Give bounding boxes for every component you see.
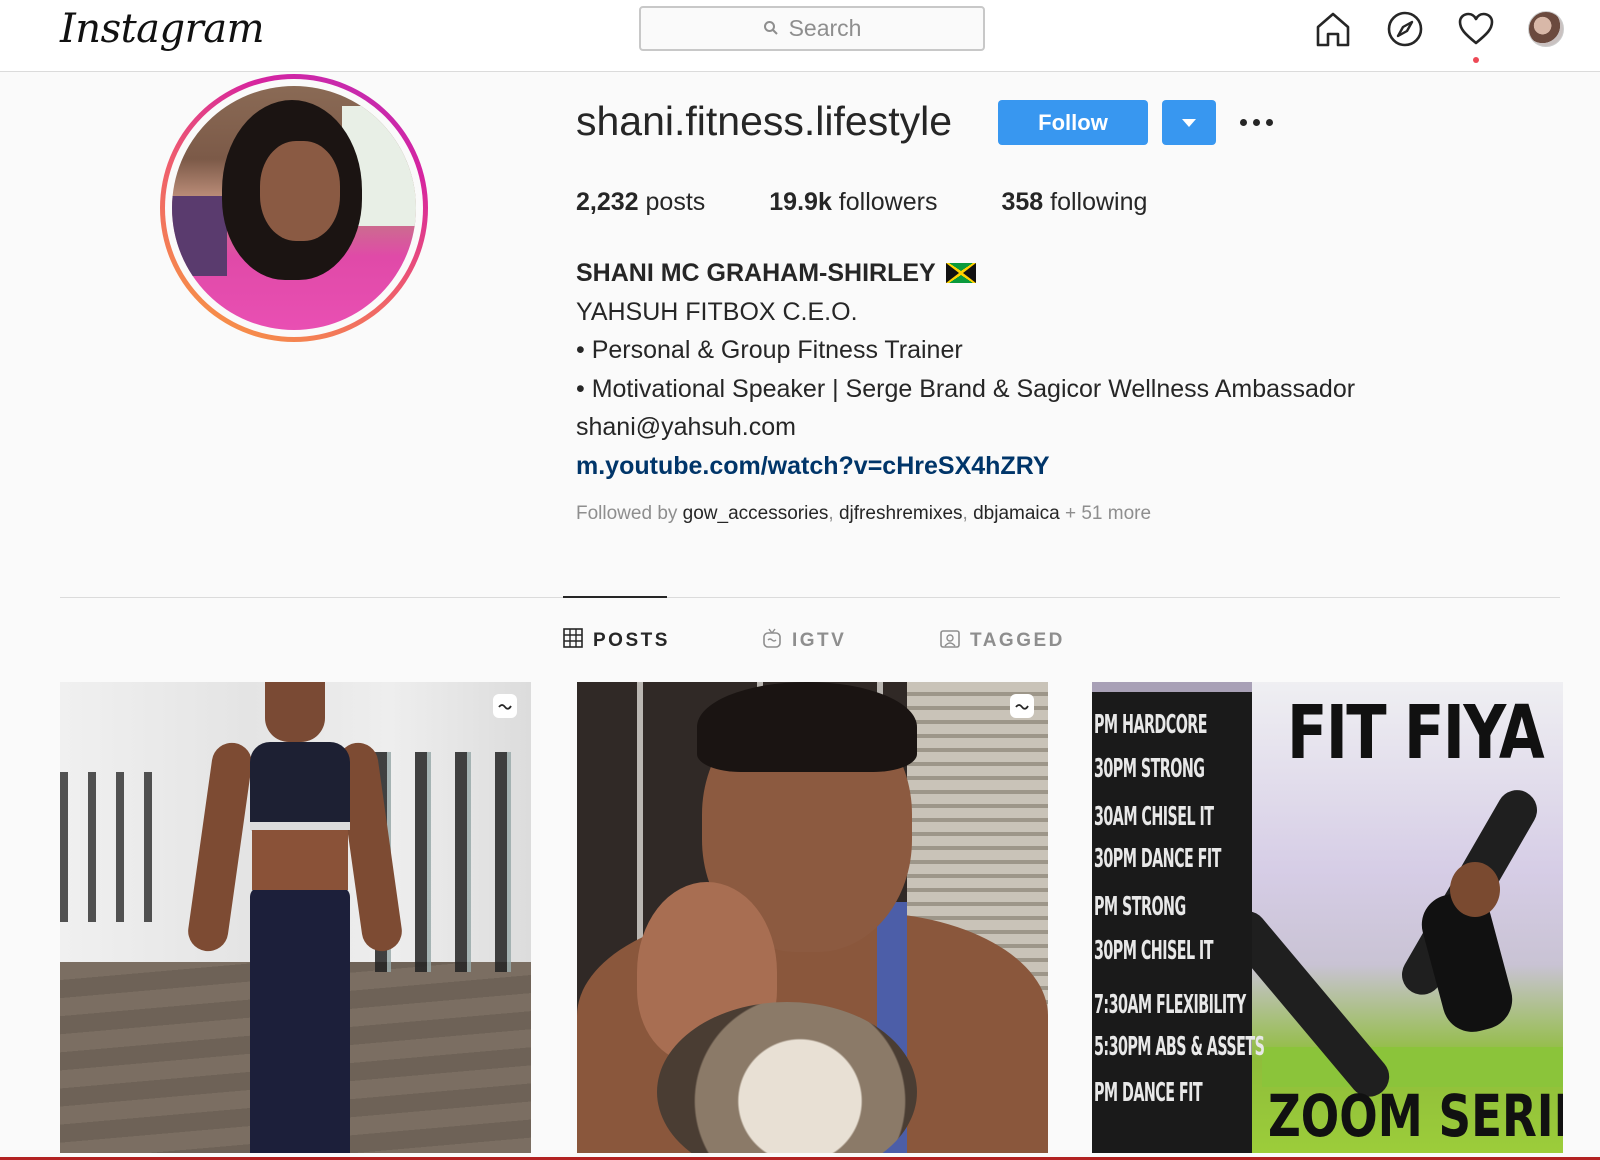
search-icon bbox=[763, 15, 779, 42]
bio-email: shani@yahsuh.com bbox=[576, 413, 796, 441]
figure-top bbox=[250, 742, 350, 832]
post-footer-text: ZOOM SERIE bbox=[1268, 1082, 1563, 1150]
separator: , bbox=[962, 503, 974, 524]
post-tile[interactable]: PM HARDCORE 30PM STRONG 30AM CHISEL IT 3… bbox=[1092, 682, 1563, 1153]
schedule-line: PM DANCE FIT bbox=[1094, 1078, 1203, 1108]
schedule-line: 30PM DANCE FIT bbox=[1094, 844, 1221, 874]
follow-button[interactable]: Follow bbox=[998, 100, 1148, 145]
photo-shelf bbox=[172, 196, 227, 276]
igtv-badge-icon bbox=[493, 694, 517, 718]
dot-icon bbox=[1266, 118, 1273, 126]
search-input[interactable]: Search bbox=[639, 6, 985, 51]
jamaica-flag-icon bbox=[945, 263, 976, 284]
post-figure-hair bbox=[697, 682, 917, 772]
dot-icon bbox=[1240, 118, 1247, 126]
figure-band bbox=[250, 822, 350, 830]
following-count: 358 bbox=[1001, 188, 1044, 216]
bio-line: • Motivational Speaker | Serge Brand & S… bbox=[576, 374, 1356, 403]
schedule-line: 7:30AM FLEXIBILITY bbox=[1094, 990, 1246, 1020]
tab-label: POSTS bbox=[593, 630, 670, 651]
figure-neck bbox=[265, 682, 325, 742]
notification-dot bbox=[1473, 57, 1479, 63]
follower-link[interactable]: djfreshremixes bbox=[839, 503, 963, 524]
search-placeholder-wrap: Search bbox=[641, 8, 983, 49]
tab-posts[interactable]: POSTS bbox=[563, 628, 670, 654]
instagram-logo[interactable]: Instagram bbox=[60, 6, 265, 52]
dot-icon bbox=[1253, 118, 1260, 126]
post-tile[interactable] bbox=[577, 682, 1048, 1153]
post-figure bbox=[185, 682, 405, 1153]
figure-head bbox=[1450, 862, 1500, 917]
followed-by-prefix: Followed by bbox=[576, 503, 678, 524]
tagged-icon bbox=[940, 628, 960, 654]
full-name-row: SHANI MC GRAHAM-SHIRLEY bbox=[576, 254, 1576, 293]
separator: , bbox=[828, 503, 839, 524]
profile-bio: SHANI MC GRAHAM-SHIRLEY YAHSUH FITBOX C.… bbox=[576, 254, 1576, 485]
schedule-line: PM STRONG bbox=[1094, 892, 1186, 922]
home-icon[interactable] bbox=[1314, 10, 1352, 48]
following-stat[interactable]: 358 following bbox=[1001, 188, 1147, 217]
posts-count: 2,232 bbox=[576, 188, 639, 216]
bio-website-link[interactable]: m.youtube.com/watch?v=cHreSX4hZRY bbox=[576, 447, 1576, 486]
igtv-badge-icon bbox=[1010, 694, 1034, 718]
igtv-icon bbox=[762, 628, 782, 654]
profile-avatar[interactable] bbox=[1528, 11, 1564, 47]
followers-stat[interactable]: 19.9k followers bbox=[769, 188, 937, 217]
tab-label: IGTV bbox=[792, 630, 847, 651]
more-options-button[interactable] bbox=[1240, 112, 1280, 132]
posts-label: posts bbox=[645, 188, 706, 216]
post-headline: FIT FIYA bbox=[1287, 690, 1545, 776]
posts-stat: 2,232 posts bbox=[576, 188, 705, 217]
schedule-line: PM HARDCORE bbox=[1094, 710, 1208, 740]
follower-link[interactable]: dbjamaica bbox=[973, 503, 1060, 524]
post-tile[interactable] bbox=[60, 682, 531, 1153]
tab-igtv[interactable]: IGTV bbox=[762, 628, 846, 654]
activity-heart-icon[interactable] bbox=[1457, 10, 1495, 48]
profile-photo bbox=[172, 86, 416, 330]
post-equipment bbox=[60, 772, 170, 922]
tab-label: TAGGED bbox=[970, 630, 1065, 651]
schedule-line: 30AM CHISEL IT bbox=[1094, 802, 1214, 832]
active-tab-indicator bbox=[563, 596, 667, 598]
schedule-panel: PM HARDCORE 30PM STRONG 30AM CHISEL IT 3… bbox=[1092, 692, 1265, 1153]
chevron-down-icon bbox=[1182, 118, 1196, 127]
tab-tagged[interactable]: TAGGED bbox=[940, 628, 1065, 654]
photo-face bbox=[260, 141, 340, 241]
follower-link[interactable]: gow_accessories bbox=[683, 503, 829, 524]
suggestions-dropdown-button[interactable] bbox=[1162, 100, 1216, 145]
followers-count: 19.9k bbox=[769, 188, 832, 216]
schedule-line: 30PM CHISEL IT bbox=[1094, 936, 1213, 966]
profile-stats: 2,232 posts 19.9k followers 358 followin… bbox=[576, 188, 1211, 217]
followers-label: followers bbox=[838, 188, 938, 216]
schedule-line: 30PM STRONG bbox=[1094, 754, 1205, 784]
tabs-divider bbox=[60, 597, 1560, 598]
explore-compass-icon[interactable] bbox=[1386, 10, 1424, 48]
bio-line: YAHSUH FITBOX C.E.O. bbox=[576, 297, 858, 326]
followed-by[interactable]: Followed by gow_accessories, djfreshremi… bbox=[576, 503, 1151, 525]
following-label: following bbox=[1050, 188, 1148, 216]
profile-username: shani.fitness.lifestyle bbox=[576, 98, 953, 144]
bio-line: • Personal & Group Fitness Trainer bbox=[576, 336, 963, 364]
full-name: SHANI MC GRAHAM-SHIRLEY bbox=[576, 259, 936, 287]
top-navigation-bar: Instagram Search bbox=[0, 0, 1600, 72]
search-placeholder: Search bbox=[788, 15, 862, 41]
figure-abs bbox=[252, 830, 348, 890]
schedule-line: 5:30PM ABS & ASSETS bbox=[1094, 1032, 1265, 1062]
post-figure bbox=[1218, 782, 1545, 1105]
followed-by-more[interactable]: + 51 more bbox=[1065, 503, 1151, 524]
figure-legs bbox=[250, 887, 350, 1153]
grid-icon bbox=[563, 628, 583, 654]
profile-story-ring[interactable] bbox=[160, 74, 428, 342]
